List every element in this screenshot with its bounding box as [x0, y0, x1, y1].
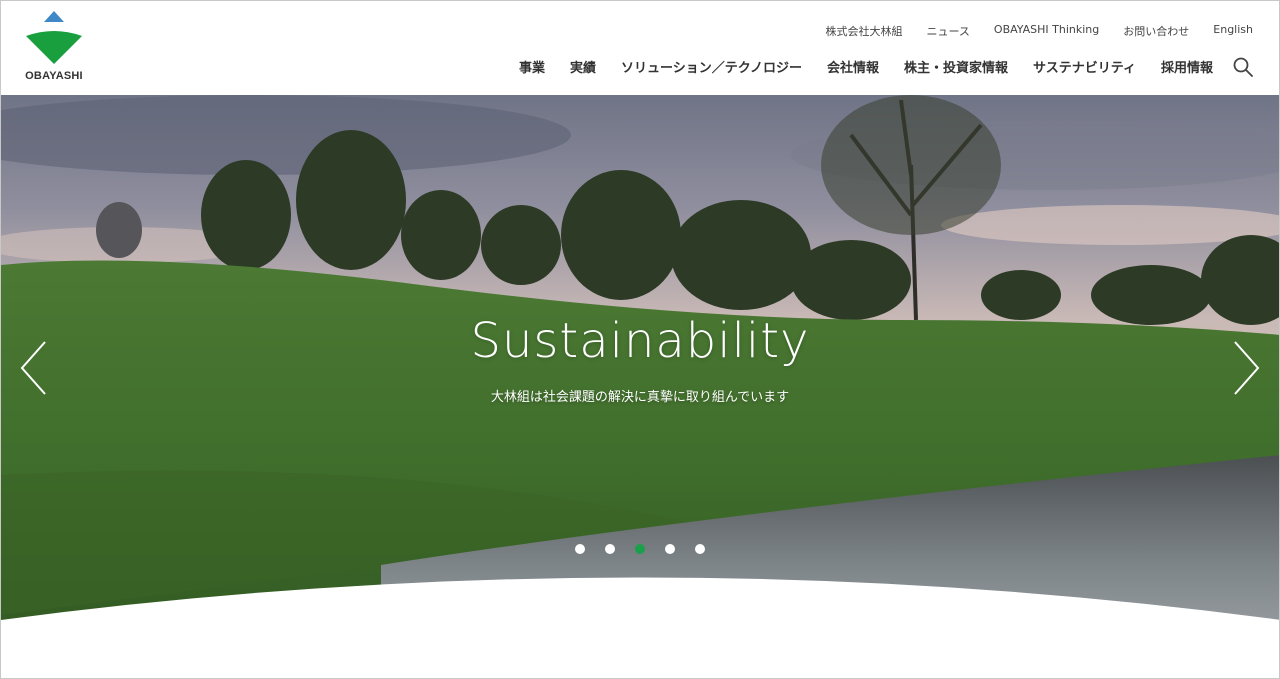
hero-subtitle: 大林組は社会課題の解決に真摯に取り組んでいます [490, 390, 790, 405]
carousel-dot-2[interactable] [605, 544, 615, 554]
page-frame: OBAYASHI 株式会社大林組 ニュース OBAYASHI Thinking … [0, 0, 1280, 679]
nav-item-careers[interactable]: 採用情報 [1161, 57, 1213, 76]
hero-title: Sustainability [470, 313, 810, 369]
util-link-company[interactable]: 株式会社大林組 [825, 23, 902, 39]
search-icon [1233, 57, 1253, 77]
utility-nav: 株式会社大林組 ニュース OBAYASHI Thinking お問い合わせ En… [801, 23, 1253, 39]
nav-item-solutions[interactable]: ソリューション／テクノロジー [621, 57, 802, 76]
obayashi-logo[interactable]: OBAYASHI [23, 11, 85, 85]
nav-item-investors[interactable]: 株主・投資家情報 [904, 57, 1008, 76]
util-link-english[interactable]: English [1213, 23, 1253, 39]
nav-item-business[interactable]: 事業 [519, 57, 545, 76]
hero-carousel: Sustainability 大林組は社会課題の解決に真摯に取り組んでいます [1, 95, 1279, 678]
chevron-right-icon [1234, 341, 1260, 395]
logo-text: OBAYASHI [25, 70, 83, 82]
logo-mark-icon [26, 11, 82, 64]
carousel-next-button[interactable] [1231, 340, 1261, 396]
carousel-dots [1, 544, 1279, 554]
carousel-prev-button[interactable] [19, 340, 49, 396]
site-header: OBAYASHI 株式会社大林組 ニュース OBAYASHI Thinking … [1, 1, 1279, 95]
carousel-dot-1[interactable] [575, 544, 585, 554]
util-link-news[interactable]: ニュース [926, 23, 969, 39]
nav-item-projects[interactable]: 実績 [570, 57, 596, 76]
carousel-dot-3[interactable] [635, 544, 645, 554]
util-link-thinking[interactable]: OBAYASHI Thinking [994, 23, 1099, 39]
carousel-dot-5[interactable] [695, 544, 705, 554]
carousel-dot-4[interactable] [665, 544, 675, 554]
chevron-left-icon [20, 341, 46, 395]
nav-item-sustainability[interactable]: サステナビリティ [1033, 57, 1136, 76]
main-nav: 事業 実績 ソリューション／テクノロジー 会社情報 株主・投資家情報 サステナビ… [494, 57, 1213, 76]
nav-item-company[interactable]: 会社情報 [827, 57, 879, 76]
search-button[interactable] [1233, 57, 1253, 77]
util-link-contact[interactable]: お問い合わせ [1123, 23, 1189, 39]
